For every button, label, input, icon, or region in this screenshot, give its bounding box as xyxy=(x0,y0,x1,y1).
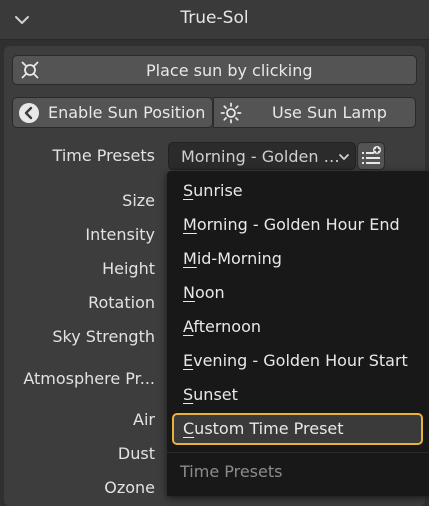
height-label: Height xyxy=(102,259,155,278)
time-presets-dropdown[interactable]: Morning - Golden … xyxy=(168,142,356,170)
menu-item-morning-golden-hour-end[interactable]: Morning - Golden Hour End xyxy=(183,215,400,234)
intensity-label: Intensity xyxy=(85,225,155,244)
panel-title: True-Sol xyxy=(180,8,249,28)
time-presets-menu: Sunrise Morning - Golden Hour End Mid-Mo… xyxy=(167,171,429,496)
time-presets-label: Time Presets xyxy=(52,146,155,165)
sun-target-icon xyxy=(21,61,39,79)
place-sun-button[interactable]: Place sun by clicking xyxy=(12,55,417,85)
panel-header[interactable]: True-Sol xyxy=(0,0,429,40)
air-label: Air xyxy=(133,410,155,429)
place-sun-label: Place sun by clicking xyxy=(146,60,313,80)
size-label: Size xyxy=(122,191,155,210)
chevron-down-icon xyxy=(339,154,349,160)
menu-title: Time Presets xyxy=(180,462,283,481)
sun-lamp-icon xyxy=(220,102,242,124)
menu-item-sunrise[interactable]: Sunrise xyxy=(183,181,243,200)
enable-sun-position-button[interactable]: Enable Sun Position xyxy=(12,97,213,128)
menu-item-mid-morning[interactable]: Mid-Morning xyxy=(183,249,282,268)
atmosphere-preset-label: Atmosphere Pr... xyxy=(23,369,155,388)
enable-sun-position-label: Enable Sun Position xyxy=(48,103,206,122)
ozone-label: Ozone xyxy=(104,478,155,497)
menu-item-noon[interactable]: Noon xyxy=(183,283,225,302)
time-presets-selected: Morning - Golden … xyxy=(181,147,340,166)
rotation-label: Rotation xyxy=(88,293,155,312)
dust-label: Dust xyxy=(117,444,155,463)
sky-strength-label: Sky Strength xyxy=(52,327,155,346)
menu-item-sunset[interactable]: Sunset xyxy=(183,385,238,404)
menu-divider xyxy=(167,452,429,453)
use-sun-lamp-button[interactable]: Use Sun Lamp xyxy=(213,97,416,128)
use-sun-lamp-label: Use Sun Lamp xyxy=(272,103,387,122)
list-add-icon xyxy=(362,146,381,164)
add-preset-button[interactable] xyxy=(357,142,385,170)
menu-item-afternoon[interactable]: Afternoon xyxy=(183,317,261,336)
chevron-left-circle-icon xyxy=(19,103,39,123)
menu-item-custom-time-preset[interactable]: Custom Time Preset xyxy=(172,413,423,445)
menu-item-evening-golden-hour-start[interactable]: Evening - Golden Hour Start xyxy=(183,351,408,370)
